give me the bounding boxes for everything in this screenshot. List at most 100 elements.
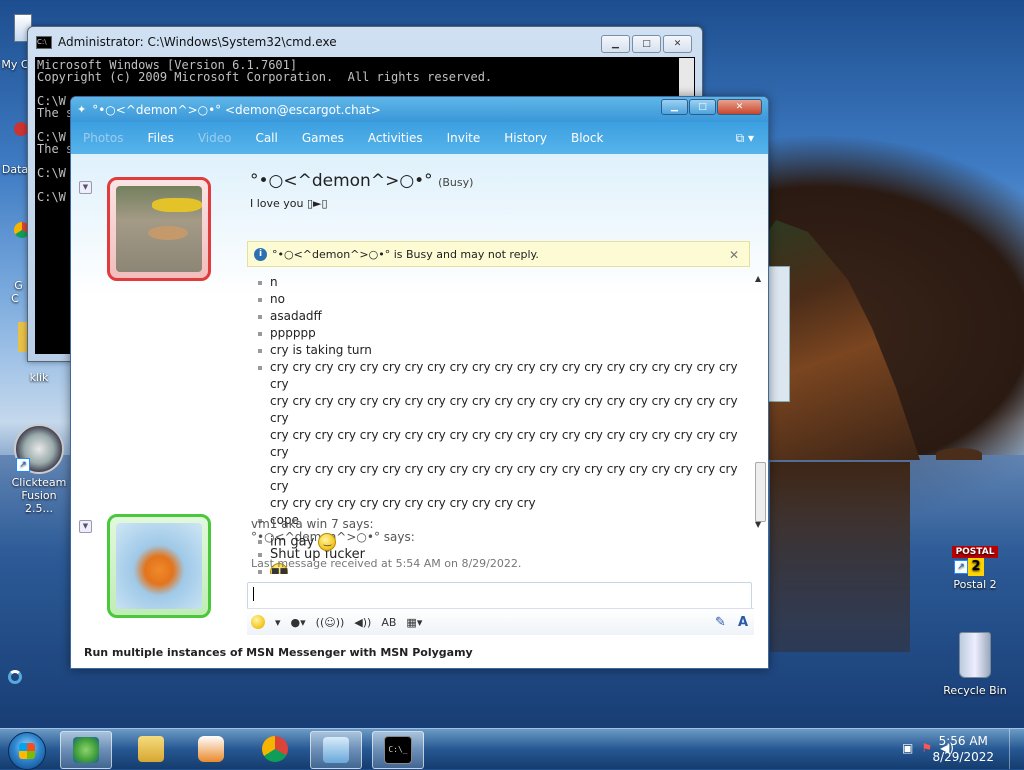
background-picker-icon[interactable]: ▦▾ [406, 616, 422, 629]
wink-picker-icon[interactable]: ●▾ [291, 616, 306, 629]
recycle-bin-icon [959, 632, 991, 678]
chat-message: n [251, 274, 751, 291]
contact-name-line: °•○<^demon^>○•° (Busy) [250, 171, 473, 191]
contact-name: °•○<^demon^>○•° [250, 171, 433, 191]
voice-clip-icon[interactable]: ◀)) [354, 616, 371, 629]
menu-files[interactable]: Files [147, 131, 173, 145]
maximize-button[interactable]: □ [689, 99, 716, 115]
show-desktop-button[interactable] [1009, 729, 1024, 769]
chrome-icon [262, 736, 288, 762]
taskbar: C:\_ ▣ ⚑ ◀) 5:56 AM 8/29/2022 [0, 728, 1024, 770]
font-style-icon[interactable]: AB [381, 616, 396, 629]
shortcut-arrow-icon: ↗ [16, 458, 30, 472]
desktop-icon-label: Recycle Bin [943, 684, 1007, 697]
self-display-picture[interactable] [107, 514, 211, 618]
taskbar-explorer[interactable] [126, 731, 176, 767]
menu-games[interactable]: Games [302, 131, 344, 145]
handwriting-icon[interactable]: ✎ [715, 615, 726, 630]
messenger-window-buttons: ▁ □ ✕ [661, 99, 762, 115]
taskbar-media-player[interactable] [186, 731, 236, 767]
desktop-icon-postal2[interactable]: POSTAL 2 ↗ Postal 2 [942, 538, 1008, 591]
chat-message: asadadff [251, 308, 751, 325]
desktop-icon-data[interactable]: Data [0, 163, 30, 176]
chat-message: no [251, 291, 751, 308]
cry-line: cry cry cry cry cry cry cry cry cry cry … [270, 360, 738, 391]
desktop-icon-label: G C [11, 279, 23, 305]
shortcut-arrow-icon: ↗ [954, 560, 968, 574]
desktop-icon-my-computer[interactable]: My C [0, 58, 30, 71]
messenger-conversation-window[interactable]: ✦ °•○<^demon^>○•° <demon@escargot.chat> … [70, 96, 769, 669]
data-icon [14, 122, 28, 136]
desktop-icon-label: Clickteam Fusion 2.5... [11, 476, 67, 515]
busy-cursor-icon [8, 670, 22, 684]
taskbar-chrome[interactable] [250, 731, 300, 767]
action-center-icon[interactable]: ⚑ [921, 741, 932, 755]
contact-photo [116, 186, 202, 272]
ad-footer-text[interactable]: Run multiple instances of MSN Messenger … [84, 646, 473, 659]
close-notice-icon[interactable]: ✕ [729, 242, 739, 268]
collapse-self-icon[interactable]: ▼ [79, 520, 92, 533]
chat-scrollbar[interactable]: ▲ ▼ [754, 274, 766, 554]
busy-notice-text: °•○<^demon^>○•° is Busy and may not repl… [272, 248, 539, 261]
taskbar-messenger[interactable] [60, 731, 112, 769]
messenger-icon: ✦ [77, 103, 87, 116]
nudge-icon[interactable]: ((☺)) [316, 616, 345, 629]
contact-display-picture[interactable] [107, 177, 211, 281]
close-button[interactable]: ✕ [663, 35, 692, 53]
menu-activities[interactable]: Activities [368, 131, 423, 145]
input-toolbar: ▾ ●▾ ((☺)) ◀)) AB ▦▾ ✎ A [247, 608, 754, 635]
sender-line: vm1 aka win 7 says: [251, 517, 374, 531]
cmd-title: Administrator: C:\Windows\System32\cmd.e… [58, 35, 337, 49]
close-button[interactable]: ✕ [717, 99, 762, 115]
cmd-window-buttons: ▁ □ ✕ [601, 35, 692, 53]
desktop-icon-chrome[interactable]: G C [0, 266, 30, 305]
text-caret [253, 587, 254, 601]
last-message-info: Last message received at 5:54 AM on 8/29… [251, 557, 522, 570]
media-player-icon [198, 736, 224, 762]
wallpaper-rock [936, 448, 982, 460]
menu-block[interactable]: Block [571, 131, 603, 145]
cmd-icon: C:\ [36, 35, 52, 49]
cry-line: cry cry cry cry cry cry cry cry cry cry … [270, 394, 738, 425]
scroll-thumb[interactable] [755, 462, 766, 522]
text-font-icon[interactable]: A [738, 615, 748, 630]
taskbar-cmd[interactable]: C:\_ [372, 731, 424, 769]
desktop-icon-klik[interactable]: klik [24, 371, 54, 384]
menu-call[interactable]: Call [255, 131, 277, 145]
scroll-up-icon[interactable]: ▲ [755, 274, 761, 283]
menu-video: Video [197, 131, 232, 145]
chat-message-text: im gay [270, 534, 315, 550]
cmd-icon: C:\_ [384, 736, 412, 764]
chat-message: im gay ‿ [251, 533, 751, 551]
messenger-menubar: Photos Files Video Call Games Activities… [71, 122, 768, 154]
info-icon: i [254, 248, 267, 261]
network-icon[interactable]: ▣ [902, 741, 913, 755]
self-photo [116, 523, 202, 609]
clock[interactable]: 5:56 AM 8/29/2022 [932, 733, 994, 765]
desktop-icon-label: klik [29, 371, 49, 384]
maximize-button[interactable]: □ [632, 35, 661, 53]
desktop-icon-label: Data [1, 163, 29, 176]
minimize-button[interactable]: ▁ [661, 99, 688, 115]
desktop-icon-label: My C [1, 58, 29, 71]
menu-history[interactable]: History [504, 131, 547, 145]
desktop-icon-label: Postal 2 [953, 578, 997, 591]
clock-time: 5:56 AM [938, 734, 988, 748]
start-button[interactable] [8, 732, 46, 770]
cry-line: cry cry cry cry cry cry cry cry cry cry … [270, 428, 738, 459]
folder-icon [138, 736, 164, 762]
smile-emoticon-icon: ‿ [318, 533, 337, 551]
cry-line: cry cry cry cry cry cry cry cry cry cry … [270, 496, 536, 510]
scroll-down-icon[interactable]: ▼ [755, 520, 761, 529]
menu-invite[interactable]: Invite [447, 131, 481, 145]
dropdown-icon[interactable]: ▾ [275, 616, 281, 629]
taskbar-control-panel[interactable] [310, 731, 362, 769]
emoticon-picker-icon[interactable] [251, 615, 265, 629]
desktop-icon-clickteam[interactable]: ↗ Clickteam Fusion 2.5... [6, 424, 72, 515]
desktop-icon-recycle-bin[interactable]: Recycle Bin [940, 632, 1010, 697]
contact-personal-message: I love you ▯►▯ [250, 197, 328, 210]
options-menu-icon[interactable]: ⧉ ▾ [736, 131, 754, 146]
collapse-contact-icon[interactable]: ▼ [79, 181, 92, 194]
minimize-button[interactable]: ▁ [601, 35, 630, 53]
